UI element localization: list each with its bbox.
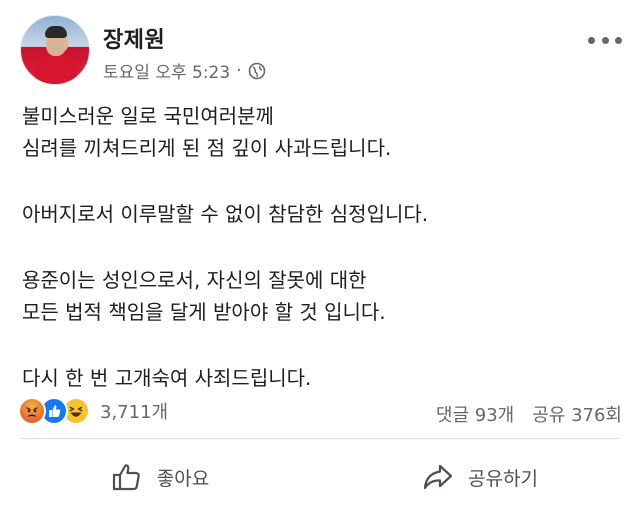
reactions-summary[interactable]: 3,711개 (18, 397, 168, 425)
text-line: 아버지로서 이루말할 수 없이 참담한 심정입니다. (22, 202, 429, 226)
like-label: 좋아요 (156, 467, 210, 490)
share-button[interactable]: 공유하기 (320, 449, 640, 505)
text-line: 다시 한 번 고개숙여 사죄드립니다. (22, 366, 312, 390)
meta-separator: · (236, 60, 242, 81)
avatar[interactable] (20, 15, 90, 85)
comment-share-counts: 댓글 93개 공유 376회 (436, 401, 622, 427)
share-arrow-icon (422, 463, 454, 491)
divider (20, 438, 620, 439)
text-line: 모든 법적 책임을 달게 받아야 할 것 입니다. (22, 300, 386, 324)
text-line: 불미스러운 일로 국민여러분께 (22, 104, 274, 128)
post-body: 불미스러운 일로 국민여러분께 심려를 끼쳐드리게 된 점 깊이 사과드립니다.… (22, 100, 622, 394)
paragraph: 다시 한 번 고개숙여 사죄드립니다. (22, 362, 622, 394)
like-button[interactable]: 좋아요 (0, 449, 320, 505)
thumbs-up-icon (111, 462, 143, 492)
reaction-count[interactable]: 3,711개 (100, 398, 168, 424)
post-meta: 토요일 오후 5:23 · (103, 58, 266, 83)
share-count[interactable]: 공유 376회 (532, 401, 622, 427)
text-line: 심려를 끼쳐드리게 된 점 깊이 사과드립니다. (22, 136, 392, 160)
angry-reaction-icon (18, 397, 46, 425)
text-line: 용준이는 성인으로서, 자신의 잘못에 대한 (22, 268, 367, 292)
engagement-stats: 3,711개 댓글 93개 공유 376회 (0, 392, 640, 436)
post-header: 장제원 토요일 오후 5:23 · (0, 0, 640, 96)
paragraph: 용준이는 성인으로서, 자신의 잘못에 대한 모든 법적 책임을 달게 받아야 … (22, 264, 622, 328)
post-actions: 좋아요 공유하기 (0, 449, 640, 505)
author-name[interactable]: 장제원 (103, 22, 165, 54)
comment-count[interactable]: 댓글 93개 (436, 401, 514, 427)
share-label: 공유하기 (468, 467, 538, 490)
globe-icon (248, 62, 266, 80)
paragraph: 아버지로서 이루말할 수 없이 참담한 심정입니다. (22, 198, 622, 230)
more-options-icon[interactable] (588, 30, 622, 50)
paragraph: 불미스러운 일로 국민여러분께 심려를 끼쳐드리게 된 점 깊이 사과드립니다. (22, 100, 622, 164)
post-timestamp[interactable]: 토요일 오후 5:23 (103, 58, 230, 83)
